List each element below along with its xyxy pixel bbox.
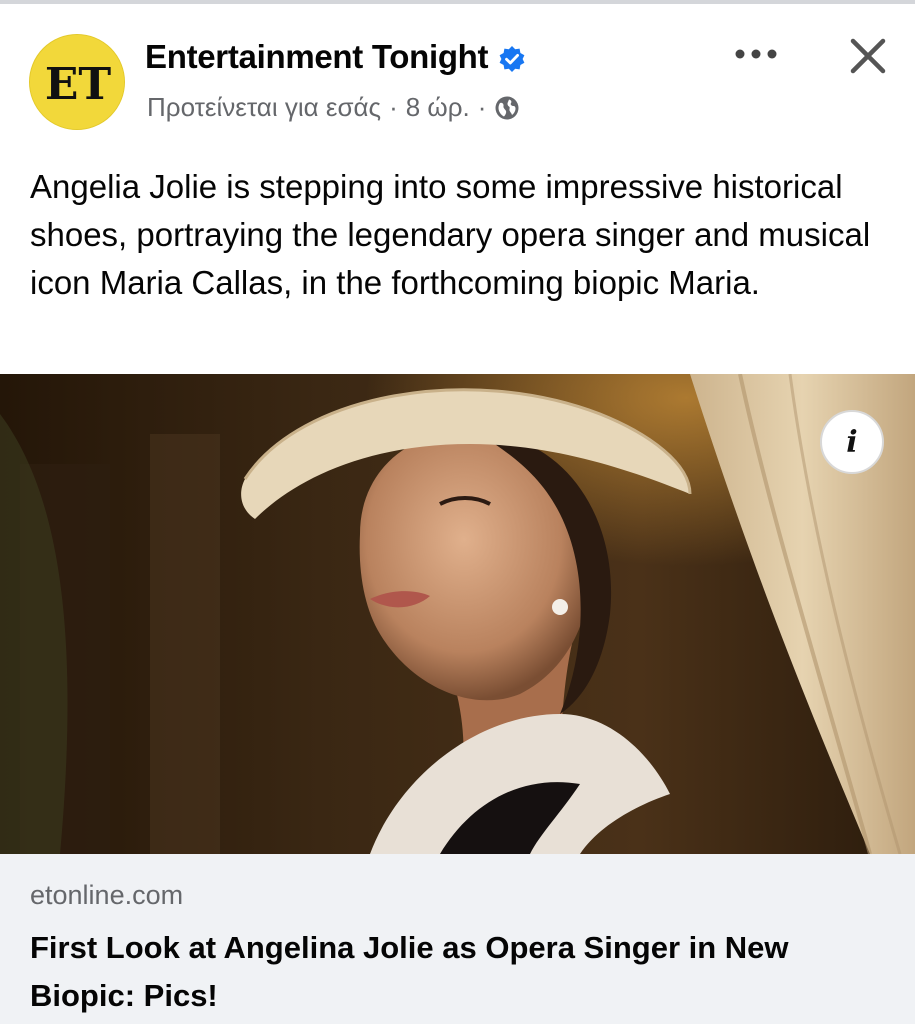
more-options-button[interactable] xyxy=(728,34,784,74)
post-timestamp[interactable]: 8 ώρ. xyxy=(406,92,470,123)
page-avatar[interactable]: ET xyxy=(29,34,125,130)
close-icon xyxy=(850,38,886,74)
post-body-text: Angelia Jolie is stepping into some impr… xyxy=(30,168,871,301)
link-preview-card[interactable]: etonline.com First Look at Angelina Joli… xyxy=(0,854,915,1024)
post-header: ET Entertainment Tonight Προτείνεται για… xyxy=(0,4,915,146)
verified-badge-icon xyxy=(498,43,526,72)
info-icon: i xyxy=(846,424,858,460)
suggested-label: Προτείνεται για εσάς xyxy=(147,92,382,122)
link-title[interactable]: First Look at Angelina Jolie as Opera Si… xyxy=(30,924,890,1020)
info-button[interactable]: i xyxy=(820,410,884,474)
close-button[interactable] xyxy=(842,30,894,82)
link-domain: etonline.com xyxy=(30,880,184,910)
more-options-icon xyxy=(735,49,777,59)
globe-icon xyxy=(494,95,520,121)
separator-dot: · xyxy=(389,92,398,122)
page-name-link[interactable]: Entertainment Tonight xyxy=(145,38,526,76)
svg-text:ET: ET xyxy=(45,59,112,110)
et-logo-icon: ET xyxy=(30,35,124,129)
post-subtitle: Προτείνεται για εσάς · 8 ώρ. · xyxy=(147,92,520,123)
page-name[interactable]: Entertainment Tonight xyxy=(145,38,489,76)
post-photo[interactable] xyxy=(0,374,915,854)
opera-singer-photo xyxy=(0,374,915,854)
separator-dot: · xyxy=(477,92,487,122)
